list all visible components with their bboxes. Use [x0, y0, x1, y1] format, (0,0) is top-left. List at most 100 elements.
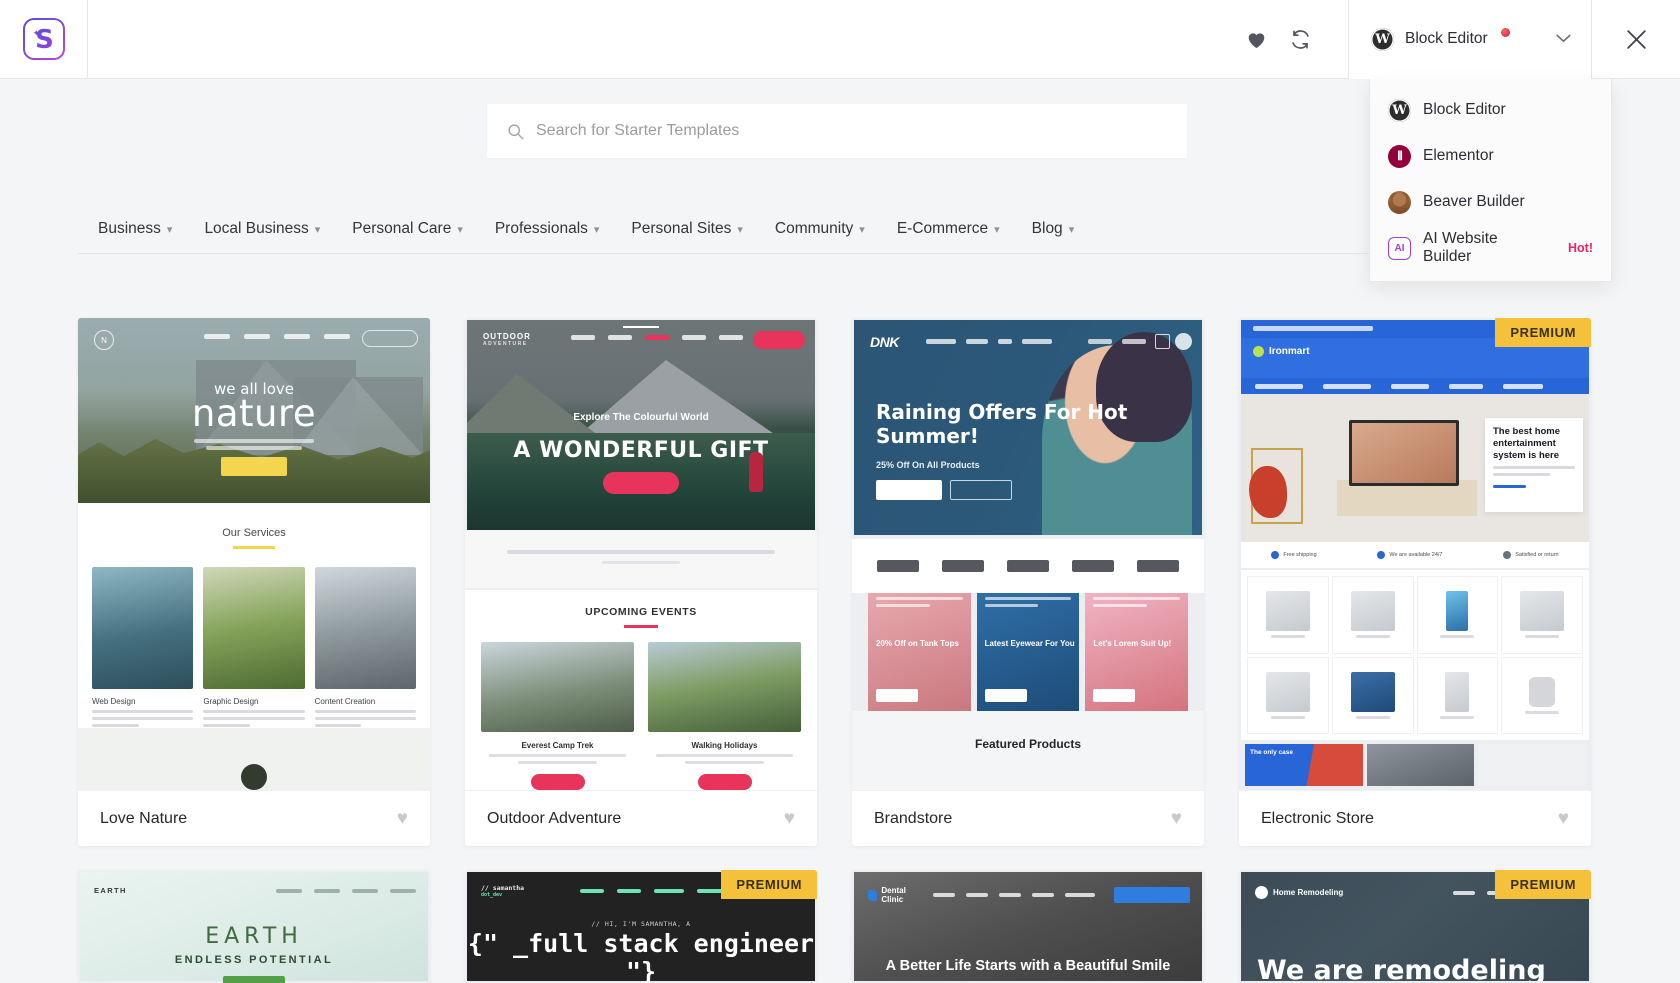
category-label: Business — [98, 220, 161, 237]
category-ecommerce[interactable]: E-Commerce ▾ — [881, 205, 1016, 253]
preview-brand-sub: dot_dev — [481, 892, 503, 898]
category-label: E-Commerce — [896, 220, 989, 237]
preview-feature: Free shipping — [1283, 552, 1317, 558]
chevron-down-icon: ▾ — [593, 223, 600, 236]
category-label: Personal Care — [352, 220, 452, 237]
preview-section-title: Featured Products — [974, 737, 1082, 751]
dropdown-item-label: Beaver Builder — [1423, 193, 1525, 210]
preview-event: Walking Holidays — [691, 741, 758, 750]
preview-headline: We are remodeling — [1257, 954, 1546, 981]
card-footer: Love Nature ♥ — [78, 790, 430, 846]
elementor-icon: ⦀ — [1388, 144, 1411, 168]
favorite-heart-icon[interactable]: ♥ — [784, 808, 795, 830]
template-preview[interactable]: Dental Clinic A Better Life Starts with … — [852, 870, 1204, 983]
favorite-heart-icon[interactable]: ♥ — [397, 808, 408, 830]
preview-brand: Ironmart — [1269, 346, 1310, 357]
template-title: Outdoor Adventure — [487, 809, 622, 827]
category-business[interactable]: Business ▾ — [78, 205, 188, 253]
template-preview[interactable]: N we all love nature Our Services Web De… — [78, 318, 430, 790]
preview-promo: Let's Lorem Suit Up! — [1093, 639, 1172, 648]
category-personal-care[interactable]: Personal Care ▾ — [336, 205, 479, 253]
dropdown-item-elementor[interactable]: ⦀ Elementor — [1370, 133, 1611, 179]
template-card-outdoor-adventure[interactable]: OUTDOOR ADVENTURE Explore The Colourful W… — [465, 318, 817, 846]
search-input[interactable] — [536, 122, 1167, 140]
favorites-button[interactable] — [1234, 17, 1278, 61]
category-local-business[interactable]: Local Business ▾ — [188, 205, 336, 253]
dropdown-item-beaver-builder[interactable]: Beaver Builder — [1370, 179, 1611, 225]
preview-feature: Satisfied or return — [1515, 552, 1559, 558]
template-title: Love Nature — [100, 809, 188, 827]
preview-service: Web Design — [92, 697, 136, 706]
close-icon — [1626, 29, 1646, 49]
premium-badge: PREMIUM — [721, 870, 817, 899]
preview-art: Ironmart The best home entertainment sys… — [1239, 318, 1591, 790]
top-bar: ✦ S W Block Editor — [0, 0, 1680, 79]
card-footer: Electronic Store ♥ — [1239, 790, 1591, 846]
dropdown-item-label: AI Website Builder — [1423, 230, 1498, 265]
wordpress-icon: W — [1371, 27, 1394, 51]
preview-section-title: Our Services — [222, 527, 286, 539]
preview-card-headline: The best home entertainment system is he… — [1493, 426, 1561, 462]
dropdown-item-ai-website-builder[interactable]: AI AI Website Builder Hot! — [1370, 225, 1611, 271]
search-icon — [508, 123, 524, 139]
dropdown-item-label: Elementor — [1423, 147, 1494, 164]
category-community[interactable]: Community ▾ — [759, 205, 881, 253]
editor-selector-label: Block Editor — [1405, 30, 1488, 47]
category-blog[interactable]: Blog ▾ — [1016, 205, 1091, 253]
template-card-electronic-store[interactable]: PREMIUM Ironmart The best home entertain… — [1239, 318, 1591, 846]
template-preview[interactable]: EARTH EARTH ENDLESS POTENTIAL — [78, 870, 430, 983]
preview-promo: 20% Off on Tank Tops — [876, 639, 959, 648]
notification-dot — [1500, 27, 1510, 37]
preview-brand: EARTH — [94, 886, 127, 895]
preview-subline: 25% Off On All Products — [876, 460, 980, 470]
template-preview[interactable]: OUTDOOR ADVENTURE Explore The Colourful W… — [465, 318, 817, 790]
preview-brand: Dental Clinic — [881, 886, 906, 904]
sync-button[interactable] — [1278, 17, 1322, 61]
preview-headline: A Better Life Starts with a Beautiful Sm… — [885, 957, 1171, 974]
sparkle-icon: ✦ — [32, 28, 41, 38]
dropdown-item-block-editor[interactable]: W Block Editor — [1370, 87, 1611, 133]
favorite-heart-icon[interactable]: ♥ — [1558, 808, 1569, 830]
category-personal-sites[interactable]: Personal Sites ▾ — [615, 205, 758, 253]
template-card-love-nature[interactable]: N we all love nature Our Services Web De… — [78, 318, 430, 846]
preview-brand: Home Remodeling — [1273, 888, 1344, 897]
template-card-dental-clinic[interactable]: Dental Clinic A Better Life Starts with … — [852, 870, 1204, 983]
template-card-full-stack-engineer[interactable]: PREMIUM // samantha dot_dev // HI, I'M S… — [465, 870, 817, 983]
hot-badge: Hot! — [1568, 241, 1593, 255]
app-logo[interactable]: ✦ S — [0, 0, 88, 79]
chevron-down-icon: ▾ — [314, 223, 321, 236]
favorite-heart-icon[interactable]: ♥ — [1171, 808, 1182, 830]
preview-feature: We are available 24/7 — [1389, 552, 1443, 558]
preview-event: Everest Camp Trek — [521, 741, 594, 750]
preview-kicker: Explore The Colourful World — [573, 412, 709, 423]
chevron-down-icon: ▾ — [166, 223, 173, 236]
template-preview[interactable]: DNK Raining Offers For Hot Summer! 25% O… — [852, 318, 1204, 790]
preview-subline: ENDLESS POTENTIAL — [174, 954, 334, 966]
category-label: Personal Sites — [631, 220, 732, 237]
preview-headline: nature — [191, 392, 317, 435]
editor-selector[interactable]: W Block Editor — [1348, 0, 1592, 79]
template-card-home-remodeling[interactable]: PREMIUM Home Remodeling We are remodelin… — [1239, 870, 1591, 983]
preview-brand: DNK — [870, 334, 899, 350]
close-button[interactable] — [1592, 0, 1680, 79]
beaver-builder-icon — [1388, 190, 1411, 214]
ai-icon: AI — [1388, 236, 1411, 260]
search-bar[interactable] — [487, 104, 1187, 158]
preview-headline: Raining Offers For Hot Summer! — [876, 400, 1128, 449]
chevron-down-icon: ▾ — [457, 223, 463, 236]
preview-headline: EARTH — [205, 924, 303, 949]
category-professionals[interactable]: Professionals ▾ — [479, 205, 616, 253]
chevron-down-icon: ▾ — [1068, 223, 1075, 236]
preview-service: Content Creation — [314, 697, 376, 706]
category-label: Blog — [1031, 220, 1063, 237]
preview-service: Graphic Design — [203, 697, 259, 706]
template-card-brandstore[interactable]: DNK Raining Offers For Hot Summer! 25% O… — [852, 318, 1204, 846]
preview-section-title: UPCOMING EVENTS — [585, 606, 697, 618]
category-label: Professionals — [494, 220, 588, 237]
template-card-earth[interactable]: EARTH EARTH ENDLESS POTENTIAL — [78, 870, 430, 983]
preview-art: EARTH EARTH ENDLESS POTENTIAL — [80, 872, 428, 983]
chevron-down-icon — [1556, 30, 1571, 48]
starter-templates-logo-icon: ✦ S — [23, 18, 65, 60]
preview-art: N we all love nature Our Services Web De… — [78, 318, 430, 790]
template-preview[interactable]: Ironmart The best home entertainment sys… — [1239, 318, 1591, 790]
